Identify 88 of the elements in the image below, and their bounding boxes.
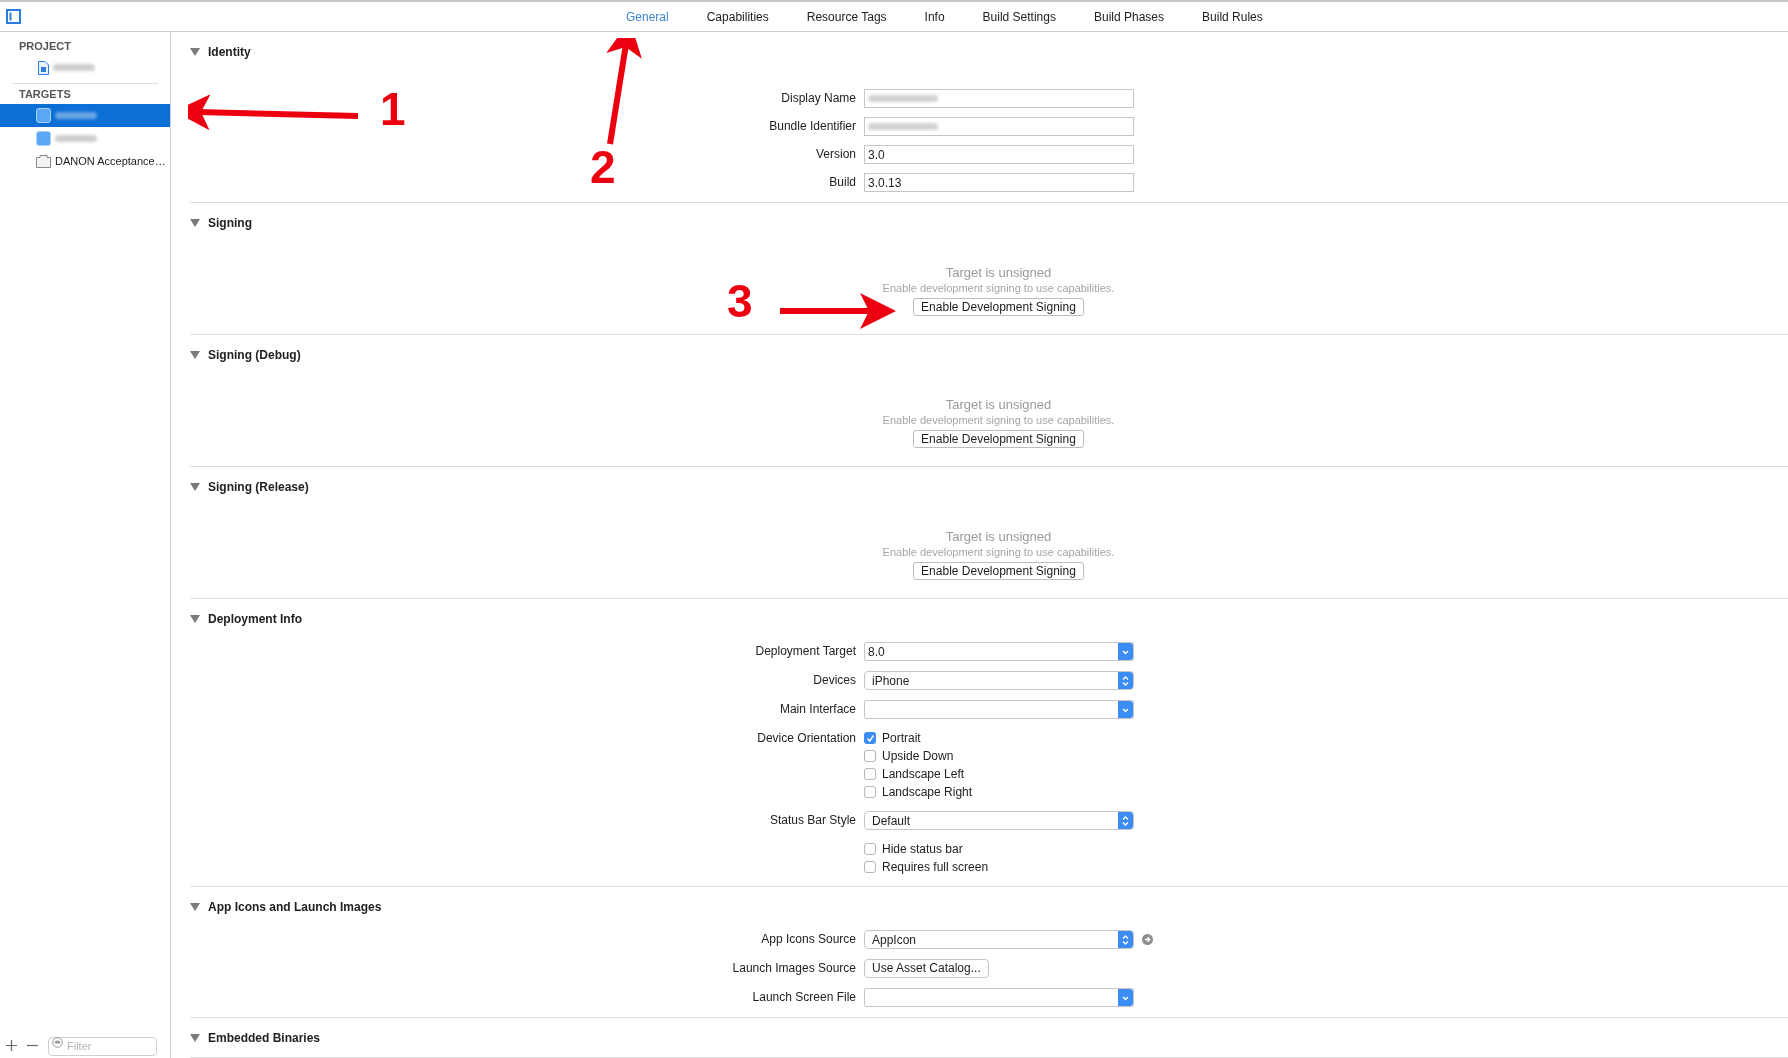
field-label: Build (829, 174, 856, 191)
field-label: Version (815, 146, 856, 163)
popup-button[interactable]: Default (864, 811, 1134, 830)
popup-button[interactable]: AppIcon (864, 930, 1134, 949)
unsigned-title: Target is unsigned (945, 397, 1052, 413)
group-header: TARGETS (19, 86, 71, 102)
annotation-number: 3 (727, 278, 753, 324)
disclosure-down-icon[interactable] (190, 219, 200, 227)
arrow-circle-icon[interactable] (1142, 934, 1153, 945)
app-icon (36, 108, 51, 123)
disclosure-down-icon[interactable] (190, 351, 200, 359)
checkbox-label: Portrait (882, 730, 921, 747)
unsigned-title: Target is unsigned (945, 529, 1052, 545)
field-label: App Icons Source (761, 931, 856, 948)
enable-signing-button[interactable]: Enable Development Signing (913, 298, 1084, 316)
checkbox[interactable] (864, 861, 876, 873)
filter-icon (52, 1037, 63, 1048)
field-label: Deployment Target (755, 643, 856, 660)
text-field[interactable]: 3.0.13 (864, 173, 1134, 192)
field-label: Display Name (781, 90, 856, 107)
field-label: Status Bar Style (769, 812, 856, 829)
chevron-down-icon (1118, 989, 1133, 1006)
group-header: PROJECT (19, 38, 71, 54)
tab[interactable]: General (607, 7, 688, 26)
filter-field[interactable]: Filter (48, 1036, 157, 1056)
checkbox-label: Landscape Left (882, 766, 965, 783)
disclosure-down-icon[interactable] (190, 1034, 200, 1042)
disclosure-down-icon[interactable] (190, 483, 200, 491)
chevron-down-icon (1118, 643, 1133, 660)
annotation-number: 1 (380, 86, 406, 132)
section-title: Signing (Debug) (208, 347, 301, 364)
checkbox[interactable] (864, 732, 876, 744)
unsigned-message: Enable development signing to use capabilities. (882, 545, 1115, 559)
tab[interactable]: Build Settings (963, 7, 1075, 26)
tab[interactable]: Build Rules (1183, 7, 1282, 26)
field-label: Bundle Identifier (769, 118, 856, 135)
enable-signing-button[interactable]: Enable Development Signing (913, 430, 1084, 448)
checkbox-label: Requires full screen (882, 859, 989, 876)
section-title: Embedded Binaries (208, 1030, 321, 1047)
stepper-arrows-icon (1118, 812, 1133, 829)
field-label: Device Orientation (757, 730, 856, 747)
stepper-arrows-icon (1118, 672, 1133, 689)
combo-box[interactable]: 8.0 (864, 642, 1134, 661)
disclosure-down-icon[interactable] (190, 903, 200, 911)
tab[interactable]: Info (905, 7, 964, 26)
tab[interactable]: Capabilities (687, 7, 788, 26)
enable-signing-button[interactable]: Enable Development Signing (913, 562, 1084, 580)
section-title: Signing (208, 215, 252, 232)
combo-box[interactable] (864, 988, 1134, 1007)
field-label: Devices (813, 672, 856, 689)
checkbox[interactable] (864, 768, 876, 780)
target-name: DANON Acceptance… (55, 154, 166, 170)
section-title: Deployment Info (208, 611, 302, 628)
unsigned-message: Enable development signing to use capabilities. (882, 413, 1115, 427)
document-icon (38, 60, 49, 75)
checkbox[interactable] (864, 750, 876, 762)
combo-box[interactable] (864, 700, 1134, 719)
section-title: App Icons and Launch Images (208, 899, 382, 916)
field-label: Launch Screen File (752, 989, 856, 1006)
disclosure-down-icon[interactable] (190, 48, 200, 56)
text-field[interactable] (864, 117, 1134, 136)
text-field[interactable]: 3.0 (864, 145, 1134, 164)
annotation-number: 2 (590, 144, 616, 190)
tab[interactable]: Resource Tags (787, 7, 906, 26)
unsigned-title: Target is unsigned (945, 265, 1052, 281)
bundle-icon (36, 155, 51, 168)
checkbox[interactable] (864, 786, 876, 798)
chevron-down-icon (1118, 701, 1133, 718)
checkbox-label: Upside Down (882, 748, 954, 765)
checkbox-label: Hide status bar (882, 841, 963, 858)
sidebar-item[interactable]: DANON Acceptance… (0, 150, 170, 173)
checkbox-label: Landscape Right (882, 784, 973, 801)
field-label: Launch Images Source (732, 960, 856, 977)
field-label: Main Interface (779, 701, 856, 718)
text-field[interactable] (864, 89, 1134, 108)
tab[interactable]: Build Phases (1075, 7, 1184, 26)
stepper-arrows-icon (1118, 931, 1133, 948)
section-title: Signing (Release) (208, 479, 309, 496)
disclosure-down-icon[interactable] (190, 615, 200, 623)
sidebar-item[interactable] (0, 104, 170, 127)
app-icon (36, 131, 51, 146)
section-title: Identity (208, 44, 251, 61)
popup-button[interactable]: iPhone (864, 671, 1134, 690)
sidebar-toggle-icon[interactable] (6, 9, 21, 24)
add-icon[interactable] (6, 1039, 17, 1051)
asset-catalog-button[interactable]: Use Asset Catalog... (864, 959, 989, 978)
unsigned-message: Enable development signing to use capabilities. (882, 281, 1115, 295)
checkbox[interactable] (864, 843, 876, 855)
